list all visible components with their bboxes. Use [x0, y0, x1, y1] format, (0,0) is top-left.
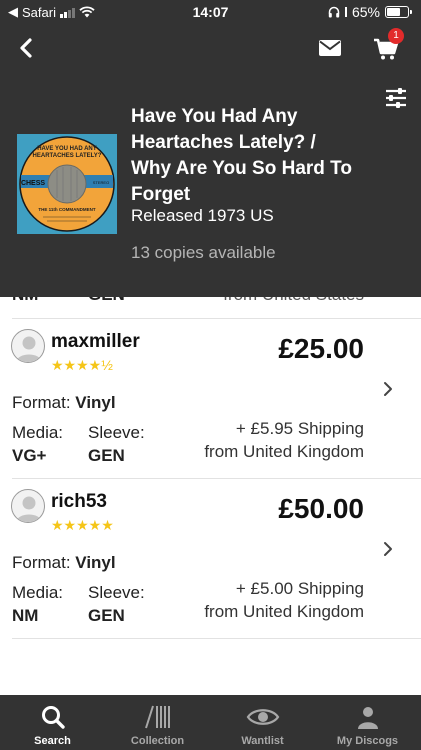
format-label: Format:	[12, 553, 71, 572]
tab-label: Collection	[130, 735, 185, 747]
screen: ◀ Safari 14:07 65% 1 HAVE YOU HAD ANY HE…	[0, 0, 421, 750]
cover-stereo: STEREO	[93, 180, 109, 185]
mail-icon[interactable]	[318, 38, 342, 58]
ships-from: from United Kingdom	[204, 442, 364, 461]
listing-item[interactable]: maxmiller ★★★★½ £25.00 Format: Vinyl Med…	[0, 319, 421, 479]
release-title: Have You Had Any Heartaches Lately? / Wh…	[131, 106, 352, 205]
marketplace-listings[interactable]: NM GEN from United States maxmiller ★★★★…	[0, 297, 421, 695]
partial-origin: from United States	[223, 297, 364, 305]
cover-artist: THE 11th COMMANDMENT	[38, 207, 96, 212]
sleeve-label: Sleeve:	[88, 583, 145, 602]
tab-label: My Discogs	[336, 735, 399, 747]
shipping-cost: + £5.00 Shipping	[235, 579, 364, 598]
chevron-right-icon[interactable]	[380, 381, 396, 397]
bottom-tab-bar: Search Collection Wantlist My Discogs	[0, 695, 421, 750]
copies-available: 13 copies available	[131, 243, 276, 262]
ships-from: from United Kingdom	[204, 602, 364, 621]
format-value: Vinyl	[75, 553, 116, 572]
divider	[12, 638, 421, 639]
sleeve-condition: GEN	[88, 606, 125, 625]
tab-my-discogs[interactable]: My Discogs	[315, 695, 420, 750]
listing-partial[interactable]: NM GEN from United States	[0, 297, 421, 317]
listing-price: £25.00	[278, 333, 364, 364]
tab-wantlist[interactable]: Wantlist	[210, 695, 315, 750]
release-cover-image[interactable]: HAVE YOU HAD ANY HEARTACHES LATELY? CHES…	[17, 134, 117, 234]
record-label-art: HAVE YOU HAD ANY HEARTACHES LATELY? CHES…	[17, 134, 117, 234]
media-condition: VG+	[12, 446, 47, 465]
seller-name[interactable]: maxmiller	[51, 331, 140, 353]
cover-line2: HEARTACHES LATELY?	[33, 153, 102, 159]
media-label: Media:	[12, 583, 64, 602]
battery-icon	[385, 6, 412, 18]
release-year-country: Released 1973 US	[131, 206, 274, 225]
cart-count-badge: 1	[388, 28, 404, 44]
status-right: 65%	[328, 4, 412, 20]
partial-sleeve-value: GEN	[88, 297, 125, 305]
format-label: Format:	[12, 393, 71, 412]
battery-percent: 65%	[351, 4, 380, 20]
chevron-right-icon[interactable]	[380, 541, 396, 557]
tab-label: Wantlist	[241, 735, 284, 747]
partial-media-value: NM	[12, 297, 38, 305]
cellular-icon	[344, 7, 347, 17]
tab-search[interactable]: Search	[0, 695, 105, 750]
media-condition: NM	[12, 606, 39, 625]
default-avatar-icon	[16, 496, 42, 522]
release-header: 1 HAVE YOU HAD ANY HEARTACHES LATELY? CH…	[0, 24, 421, 297]
format-value: Vinyl	[75, 393, 116, 412]
filter-sliders-icon[interactable]	[384, 86, 408, 110]
eye-icon	[246, 709, 279, 725]
collection-icon	[144, 705, 170, 729]
seller-rating-stars: ★★★★½	[51, 357, 113, 373]
seller-avatar[interactable]	[11, 329, 45, 363]
headphones-icon	[328, 6, 340, 18]
user-icon	[357, 707, 378, 729]
sleeve-label: Sleeve:	[88, 423, 145, 442]
tab-label: Search	[34, 735, 71, 747]
seller-rating-stars: ★★★★★	[51, 517, 114, 533]
format-row: Format: Vinyl	[12, 553, 116, 573]
seller-name[interactable]: rich53	[51, 491, 107, 513]
media-label: Media:	[12, 423, 64, 442]
default-avatar-icon	[16, 336, 42, 362]
search-icon	[41, 706, 65, 729]
shipping-cost: + £5.95 Shipping	[235, 419, 364, 438]
status-bar: ◀ Safari 14:07 65%	[0, 0, 421, 24]
back-arrow-icon[interactable]	[14, 36, 38, 60]
sleeve-condition: GEN	[88, 446, 125, 465]
listing-price: £50.00	[278, 493, 364, 524]
cover-line1: HAVE YOU HAD ANY	[37, 146, 97, 152]
listing-item[interactable]: rich53 ★★★★★ £50.00 Format: Vinyl Media:…	[0, 479, 421, 639]
cover-brand: CHESS	[21, 180, 45, 187]
format-row: Format: Vinyl	[12, 393, 116, 413]
seller-avatar[interactable]	[11, 489, 45, 523]
tab-collection[interactable]: Collection	[105, 695, 210, 750]
